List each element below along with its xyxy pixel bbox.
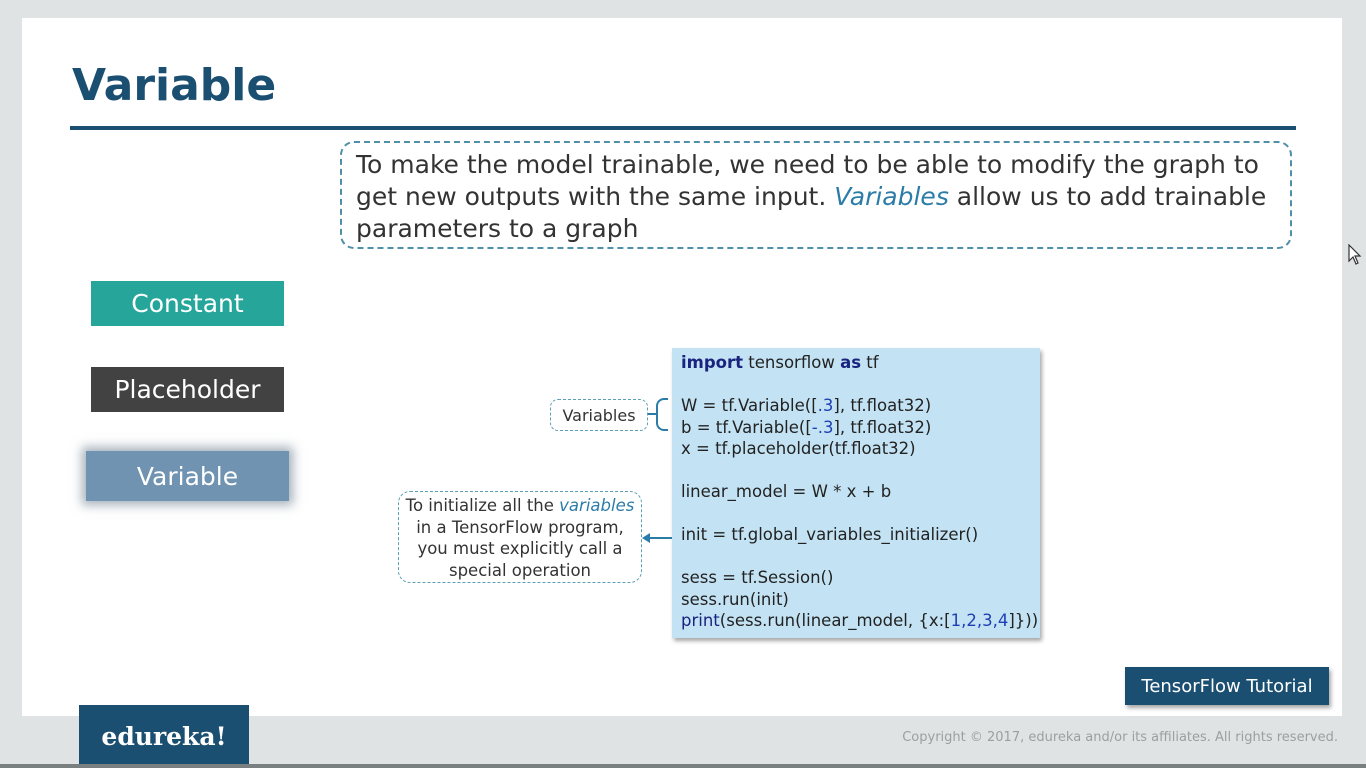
title-divider <box>70 126 1296 130</box>
keyword-import: import <box>681 353 744 372</box>
intro-highlight: Variables <box>834 182 949 211</box>
tutorial-tag: TensorFlow Tutorial <box>1125 667 1329 705</box>
variable-button[interactable]: Variable <box>86 451 289 501</box>
code-line-model: linear_model = W * x + b <box>681 482 892 501</box>
code-line-w: W = tf.Variable([.3], tf.float32) <box>681 395 1031 417</box>
intro-callout: To make the model trainable, we need to … <box>340 141 1292 249</box>
code-w-num: .3 <box>817 396 834 415</box>
constant-button[interactable]: Constant <box>91 281 284 326</box>
code-line-print: print(sess.run(linear_model, {x:[1,2,3,4… <box>681 610 1038 632</box>
import-alias: tf <box>861 353 879 372</box>
arrow-left-icon <box>642 533 650 543</box>
code-blank <box>681 546 1031 568</box>
init-note: To initialize all the variables in a Ten… <box>398 491 642 583</box>
code-print-mid: (sess.run(linear_model, {x:[ <box>719 611 951 630</box>
mouse-cursor-icon <box>1348 243 1362 270</box>
code-block: import tensorflow as tf W = tf.Variable(… <box>672 348 1040 638</box>
bottom-bar <box>0 764 1366 768</box>
edureka-logo: edureka! <box>79 705 249 768</box>
copyright-text: Copyright © 2017, edureka and/or its aff… <box>902 730 1338 745</box>
code-b-post: ], tf.float32) <box>833 417 932 437</box>
init-note-before: To initialize all the <box>405 496 560 515</box>
keyword-as: as <box>840 353 862 372</box>
init-note-highlight: variables <box>559 496 635 515</box>
placeholder-button[interactable]: Placeholder <box>91 367 284 412</box>
variables-bracket <box>656 398 668 431</box>
slide-title: Variable <box>72 60 277 111</box>
code-blank <box>681 503 1031 525</box>
code-print-nums: 1,2,3,4 <box>950 611 1009 630</box>
code-print-end: ]})) <box>1008 611 1039 630</box>
code-line-x: x = tf.placeholder(tf.float32) <box>681 439 916 458</box>
code-line-import: import tensorflow as tf <box>681 352 1031 374</box>
code-b-pre: b = tf.Variable([ <box>681 417 812 437</box>
code-b-num: -.3 <box>811 417 834 437</box>
code-line-init: init = tf.global_variables_initializer() <box>681 525 979 544</box>
code-blank <box>681 374 1031 396</box>
code-line-sess: sess = tf.Session() <box>681 568 834 587</box>
variables-label: Variables <box>550 399 648 431</box>
code-print-kw: print <box>681 611 720 630</box>
code-w-pre: W = tf.Variable([ <box>681 396 818 415</box>
code-line-b: b = tf.Variable([-.3], tf.float32) <box>681 417 1031 439</box>
code-line-run: sess.run(init) <box>681 589 789 609</box>
code-w-post: ], tf.float32) <box>833 396 932 415</box>
code-blank <box>681 460 1031 482</box>
init-note-after: in a TensorFlow program, you must explic… <box>416 517 624 580</box>
import-module: tensorflow <box>743 353 841 372</box>
